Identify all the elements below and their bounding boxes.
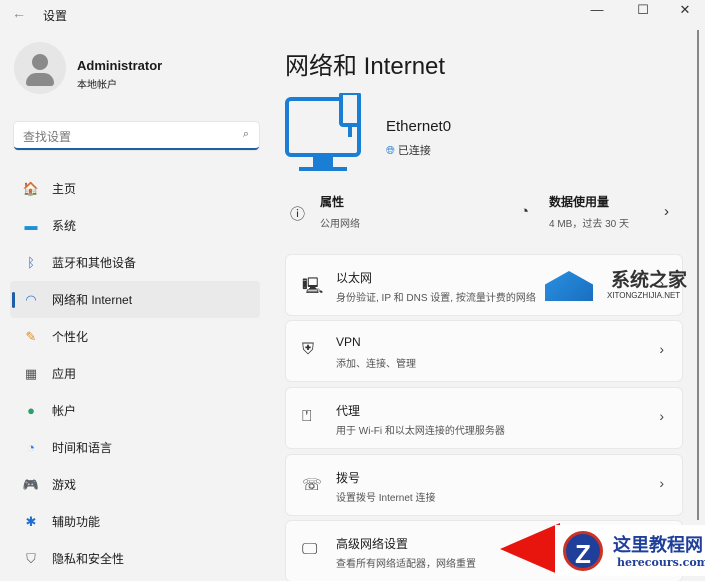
search-icon: ⌕ [242, 128, 249, 140]
adapter-name: Ethernet0 [386, 118, 452, 135]
nav-icon: 🏠 [22, 180, 40, 196]
sidebar-item-0[interactable]: 🏠 主页 [10, 170, 260, 207]
ethernet-adapter-icon [285, 93, 361, 171]
account-type: 本地帐户 [77, 80, 117, 91]
sidebar-item-label: 帐户 [52, 404, 77, 418]
chevron-right-icon: › [664, 203, 669, 220]
data-usage-subtitle: 4 MB，过去 30 天 [549, 219, 630, 230]
back-button[interactable]: ← [12, 5, 26, 21]
title-bar: ← 设置 — ☐ ✕ [0, 0, 705, 28]
card-subtitle: 添加、连接、管理 [336, 359, 416, 370]
card-title: VPN [336, 335, 361, 349]
sidebar-item-label: 游戏 [52, 478, 77, 492]
card-title: 代理 [336, 404, 361, 418]
nav-icon: 🎮 [22, 476, 40, 492]
app-title: 设置 [43, 9, 68, 23]
sidebar-item-3[interactable]: ◠ 网络和 Internet [10, 281, 260, 318]
connection-status: 🌐︎ 已连接 [386, 142, 431, 158]
close-button[interactable]: ✕ [670, 2, 700, 18]
nav-icon: ◠ [25, 291, 37, 307]
search-placeholder: 查找设置 [23, 130, 72, 144]
scrollbar[interactable] [697, 30, 699, 520]
sidebar-item-4[interactable]: ✎ 个性化 [10, 318, 260, 355]
info-icon: ⓘ [290, 206, 306, 223]
sidebar-item-1[interactable]: ▬ 系统 [10, 207, 260, 244]
watermark-logo-bottom: Z 这里教程网 herecours.com [555, 525, 705, 576]
card-subtitle: 设置拨号 Internet 连接 [336, 493, 436, 504]
globe-icon: 🌐︎ [386, 145, 398, 157]
card-icon: ☏ [302, 477, 323, 494]
status-text: 已连接 [397, 145, 431, 157]
card-title: 以太网 [336, 271, 373, 285]
watermark-logo-top: 系统之家 XITONGZHIJIA.NET [545, 263, 695, 313]
settings-card-2[interactable]: ⍞ 代理用于 Wi-Fi 和以太网连接的代理服务器 › [286, 388, 682, 448]
nav-icon: ◔ [27, 440, 35, 455]
search-input[interactable]: 查找设置 ⌕ [14, 122, 259, 150]
card-subtitle: 身份验证, IP 和 DNS 设置, 按流量计费的网络 [336, 293, 536, 304]
red-arrow [500, 523, 560, 575]
chevron-right-icon: › [659, 408, 664, 424]
sidebar-item-10[interactable]: ⛉ 隐私和安全性 [10, 540, 260, 577]
nav-icon: ᛒ [27, 255, 35, 270]
nav-icon: ● [27, 403, 35, 418]
nav-icon: ⛉ [26, 550, 36, 566]
watermark-text: 这里教程网 [613, 535, 703, 556]
maximize-button[interactable]: ☐ [628, 2, 658, 18]
pie-chart-icon: ◔ [520, 203, 530, 220]
sidebar-item-7[interactable]: ◔ 时间和语言 [10, 429, 260, 466]
data-usage-button[interactable]: 数据使用量 4 MB，过去 30 天 [549, 193, 629, 230]
user-name: Administrator [77, 58, 163, 73]
watermark-text: 系统之家 [611, 270, 688, 291]
sidebar-nav: 🏠 主页 ▬ 系统 ᛒ 蓝牙和其他设备 ◠ 网络和 Internet ✎ 个性化 ▦ 应用 ● 帐户 ◔ 时间… [10, 170, 260, 577]
sidebar-item-label: 蓝牙和其他设备 [52, 256, 137, 270]
properties-button[interactable]: 属性 公用网络 [320, 193, 360, 230]
sidebar-item-2[interactable]: ᛒ 蓝牙和其他设备 [10, 244, 260, 281]
chevron-right-icon: › [659, 341, 664, 357]
page-title: 网络和 Internet [285, 53, 446, 80]
chevron-right-icon: › [659, 475, 664, 491]
settings-card-1[interactable]: ⛨ VPN 添加、连接、管理 › [286, 321, 682, 381]
watermark-url: XITONGZHIJIA.NET [607, 291, 681, 300]
card-icon: ⍞ [302, 408, 312, 425]
card-title: 高级网络设置 [336, 537, 409, 551]
properties-subtitle: 公用网络 [320, 219, 360, 230]
card-icon: 🖳 [302, 278, 324, 295]
settings-card-3[interactable]: ☏ 拨号设置拨号 Internet 连接 › [286, 455, 682, 515]
sidebar-item-label: 个性化 [52, 330, 89, 344]
sidebar-item-6[interactable]: ● 帐户 [10, 392, 260, 429]
sidebar-item-label: 辅助功能 [52, 515, 101, 529]
card-title: 拨号 [336, 471, 361, 485]
avatar[interactable] [14, 42, 66, 94]
sidebar-item-8[interactable]: 🎮 游戏 [10, 466, 260, 503]
card-subtitle: 查看所有网络适配器，网络重置 [336, 559, 476, 570]
nav-icon: ✎ [25, 328, 37, 344]
nav-icon: ✱ [25, 513, 37, 529]
nav-icon: ▦ [24, 365, 38, 381]
nav-icon: ▬ [24, 218, 38, 233]
sidebar-item-label: 主页 [52, 182, 77, 196]
sidebar-item-label: 时间和语言 [52, 441, 113, 455]
card-subtitle: 用于 Wi-Fi 和以太网连接的代理服务器 [336, 426, 505, 437]
sidebar-item-label: 网络和 Internet [52, 293, 133, 307]
minimize-button[interactable]: — [582, 2, 612, 17]
sidebar-item-9[interactable]: ✱ 辅助功能 [10, 503, 260, 540]
sidebar-item-label: 隐私和安全性 [52, 552, 125, 566]
sidebar-item-label: 应用 [52, 367, 77, 381]
properties-title: 属性 [320, 195, 345, 209]
card-icon: 🖵 [302, 541, 318, 558]
data-usage-title: 数据使用量 [549, 195, 610, 209]
card-icon: ⛨ [302, 341, 315, 358]
sidebar-item-label: 系统 [52, 219, 77, 233]
watermark-url: herecours.com [617, 556, 705, 569]
sidebar-item-5[interactable]: ▦ 应用 [10, 355, 260, 392]
